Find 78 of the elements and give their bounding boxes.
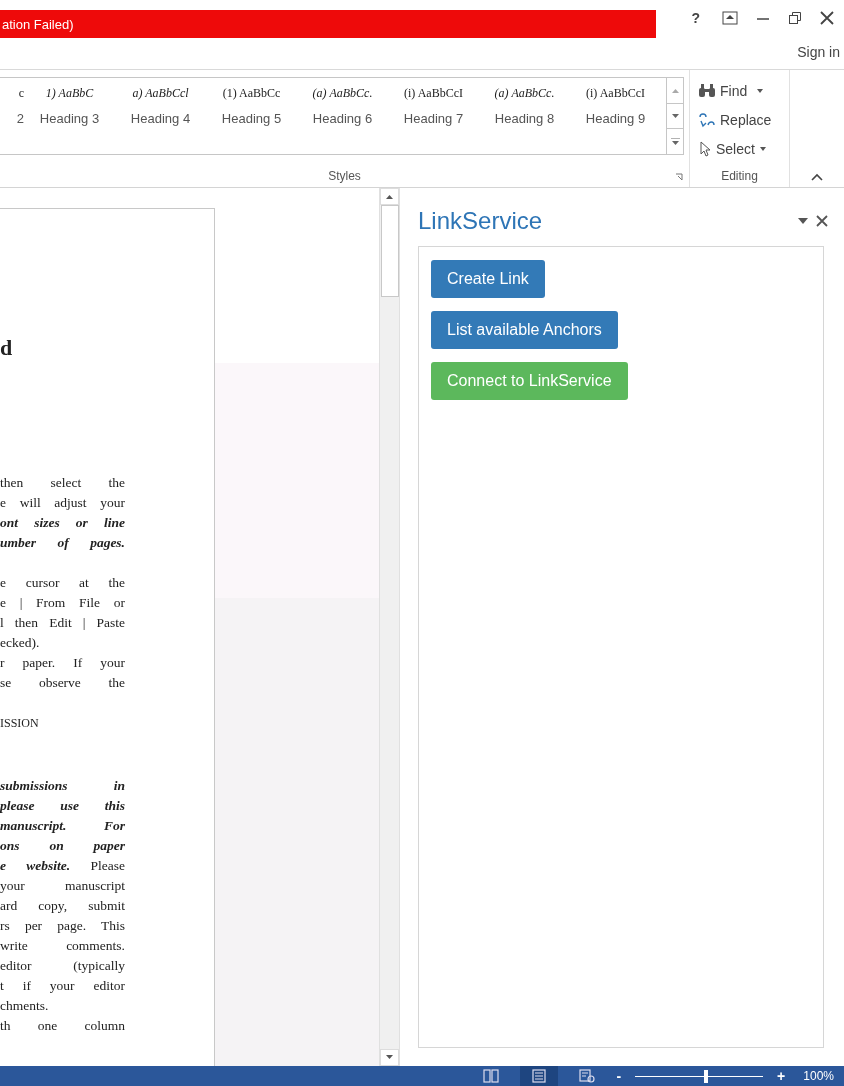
document-text-line: submissions in [0,777,125,795]
group-label: Styles [328,169,361,183]
document-text-line: chments. [0,997,50,1015]
document-text-line: ard copy, submit [0,897,125,915]
document-text-line: e cursor at the [0,574,125,592]
close-icon[interactable] [820,11,834,25]
style-name[interactable]: Heading 9 [585,111,646,126]
zoom-thumb[interactable] [703,1069,708,1083]
view-button[interactable] [520,1066,559,1086]
scroll-up-button[interactable] [380,188,399,205]
web-layout-icon [579,1069,596,1083]
add-in-button[interactable]: Create Link [431,260,545,298]
style-preview[interactable]: (i) AaBbCcI [586,86,645,101]
down-arrow-icon [386,1055,393,1060]
group-label: Editing [721,169,758,183]
style-name[interactable]: 2 [16,111,24,126]
style-preview[interactable]: (i) AaBbCcI [404,86,463,101]
scroll-down-button[interactable] [380,1049,399,1066]
zoom-level[interactable]: 100% [803,1069,834,1083]
restore-icon[interactable] [788,11,802,25]
style-name[interactable]: Heading 5 [221,111,282,126]
pane-menu-icon[interactable] [798,218,808,224]
more-icon [670,138,680,146]
document-text-line: e website. Please [0,857,125,875]
document-text-line: then select the [0,474,125,492]
style-preview[interactable]: a) AaBbCcl [132,86,189,101]
document-text-line: rs per page. This [0,917,125,935]
document-text-line: ont sizes or line [0,514,125,532]
document-text-line: ISSION [0,715,40,732]
up-arrow-icon [671,87,679,93]
up-arrow-icon [386,194,393,199]
document-text-line: l then Edit | Paste [0,614,125,632]
document-text-line: ecked). [0,634,41,652]
add-in-button[interactable]: List available Anchors [431,311,618,349]
error-banner: ation Failed) [0,10,656,38]
sign-in-link[interactable]: Sign in [797,44,840,60]
document-text-line: umber of pages. [0,534,125,552]
cursor-icon [698,140,712,157]
document-text-line: manuscript. For [0,817,125,835]
scroll-thumb[interactable] [380,205,399,297]
document-text-line: editor (typically [0,957,125,975]
style-name[interactable]: Heading 8 [494,111,555,126]
document-text-line: ons on paper [0,837,125,855]
select-button[interactable]: Select [698,134,789,163]
document-text-line: th one column [0,1017,125,1035]
document-text-line: t if your editor [0,977,125,995]
style-preview[interactable]: (1) AaBbCc [222,86,281,101]
pane-title: LinkService [418,207,543,235]
read-mode-icon [483,1069,500,1083]
document-text-line: write comments. [0,937,125,955]
document-text-line: se observe the [0,674,125,692]
style-name[interactable]: Heading 7 [403,111,464,126]
caret-icon [758,145,767,152]
style-preview[interactable]: c [18,86,24,101]
style-name[interactable]: Heading 3 [39,111,100,126]
document-text-line: e will adjust your [0,494,125,512]
zoom-in-button[interactable]: + [777,1068,786,1084]
style-preview[interactable]: 1) AaBbC [45,86,94,101]
find-button[interactable]: Find [698,76,789,105]
down-arrow-icon [671,113,679,119]
help-button[interactable]: ? [687,10,704,26]
print-layout-icon [531,1069,548,1083]
style-preview[interactable]: (a) AaBbCc. [494,86,555,101]
style-preview[interactable]: (a) AaBbCc. [312,86,373,101]
close-icon[interactable] [816,215,828,227]
style-name[interactable]: Heading 4 [130,111,191,126]
document-heading: d [0,335,14,361]
zoom-out-button[interactable]: - [616,1068,622,1084]
style-name[interactable]: Heading 6 [312,111,373,126]
ribbon-display-options-icon[interactable] [722,11,738,25]
document-text-line: e | From File or [0,594,125,612]
collapse-ribbon-icon[interactable] [811,173,823,181]
dialog-launcher-icon[interactable] [675,173,683,181]
replace-button[interactable]: Replace [698,105,789,134]
document-text-line: your manuscript [0,877,125,895]
binoculars-icon [698,83,716,98]
document-text-line: r paper. If your [0,654,125,672]
replace-icon [698,110,716,129]
